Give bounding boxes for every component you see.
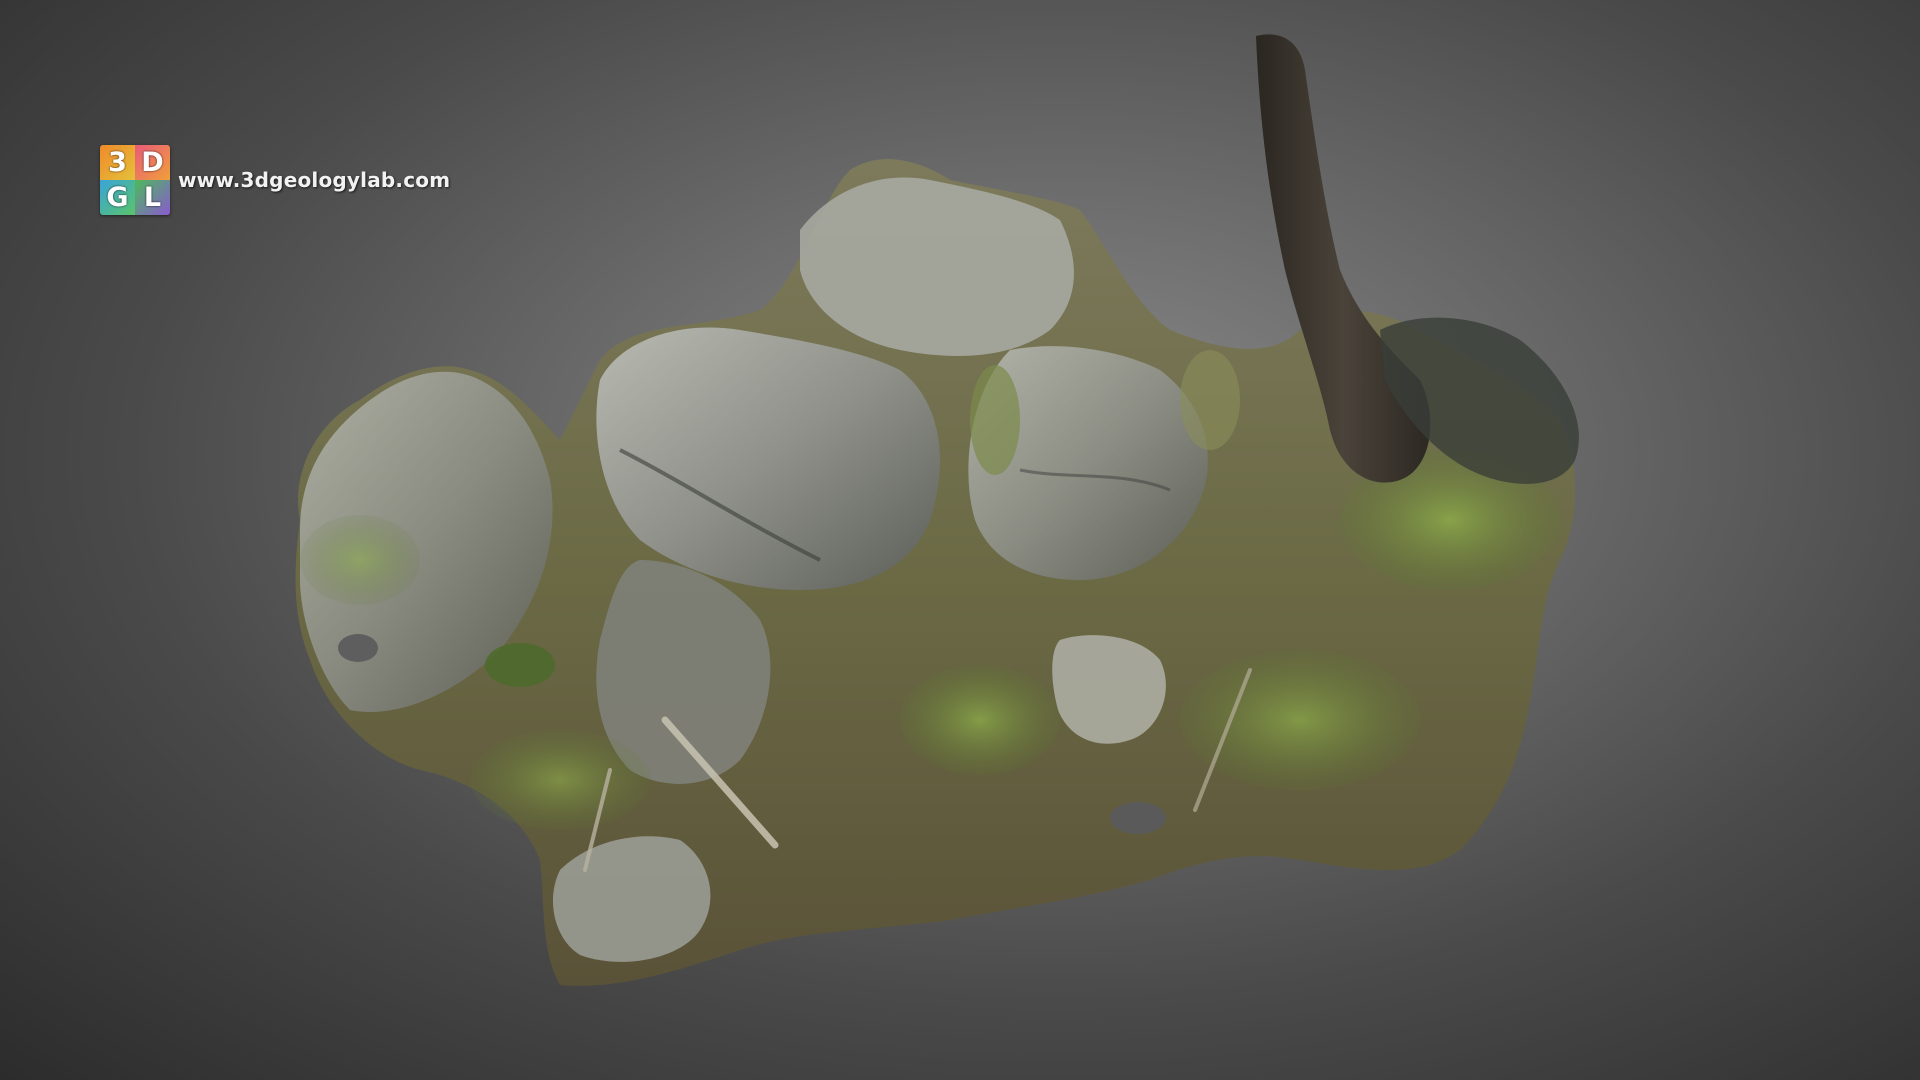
logo-letter: D xyxy=(135,145,170,180)
mesh-hole xyxy=(338,634,378,662)
logo-letter: G xyxy=(100,180,135,215)
model-viewer[interactable]: 3 D G L www.3dgeologylab.com xyxy=(0,0,1920,1080)
grass-tuft xyxy=(970,365,1020,475)
moss-patch xyxy=(900,665,1060,775)
3dgl-logo: 3 D G L xyxy=(100,145,170,215)
moss-patch xyxy=(300,515,420,605)
site-watermark: 3 D G L www.3dgeologylab.com xyxy=(100,144,450,216)
moss-patch xyxy=(470,730,650,830)
logo-letter: L xyxy=(135,180,170,215)
moss-patch xyxy=(1180,650,1420,790)
mesh-hole xyxy=(1110,802,1166,834)
small-boulder xyxy=(1052,635,1166,744)
logo-letter: 3 xyxy=(100,145,135,180)
site-url: www.3dgeologylab.com xyxy=(178,168,451,192)
grass-tuft xyxy=(1180,350,1240,450)
moss-patch xyxy=(485,643,555,687)
